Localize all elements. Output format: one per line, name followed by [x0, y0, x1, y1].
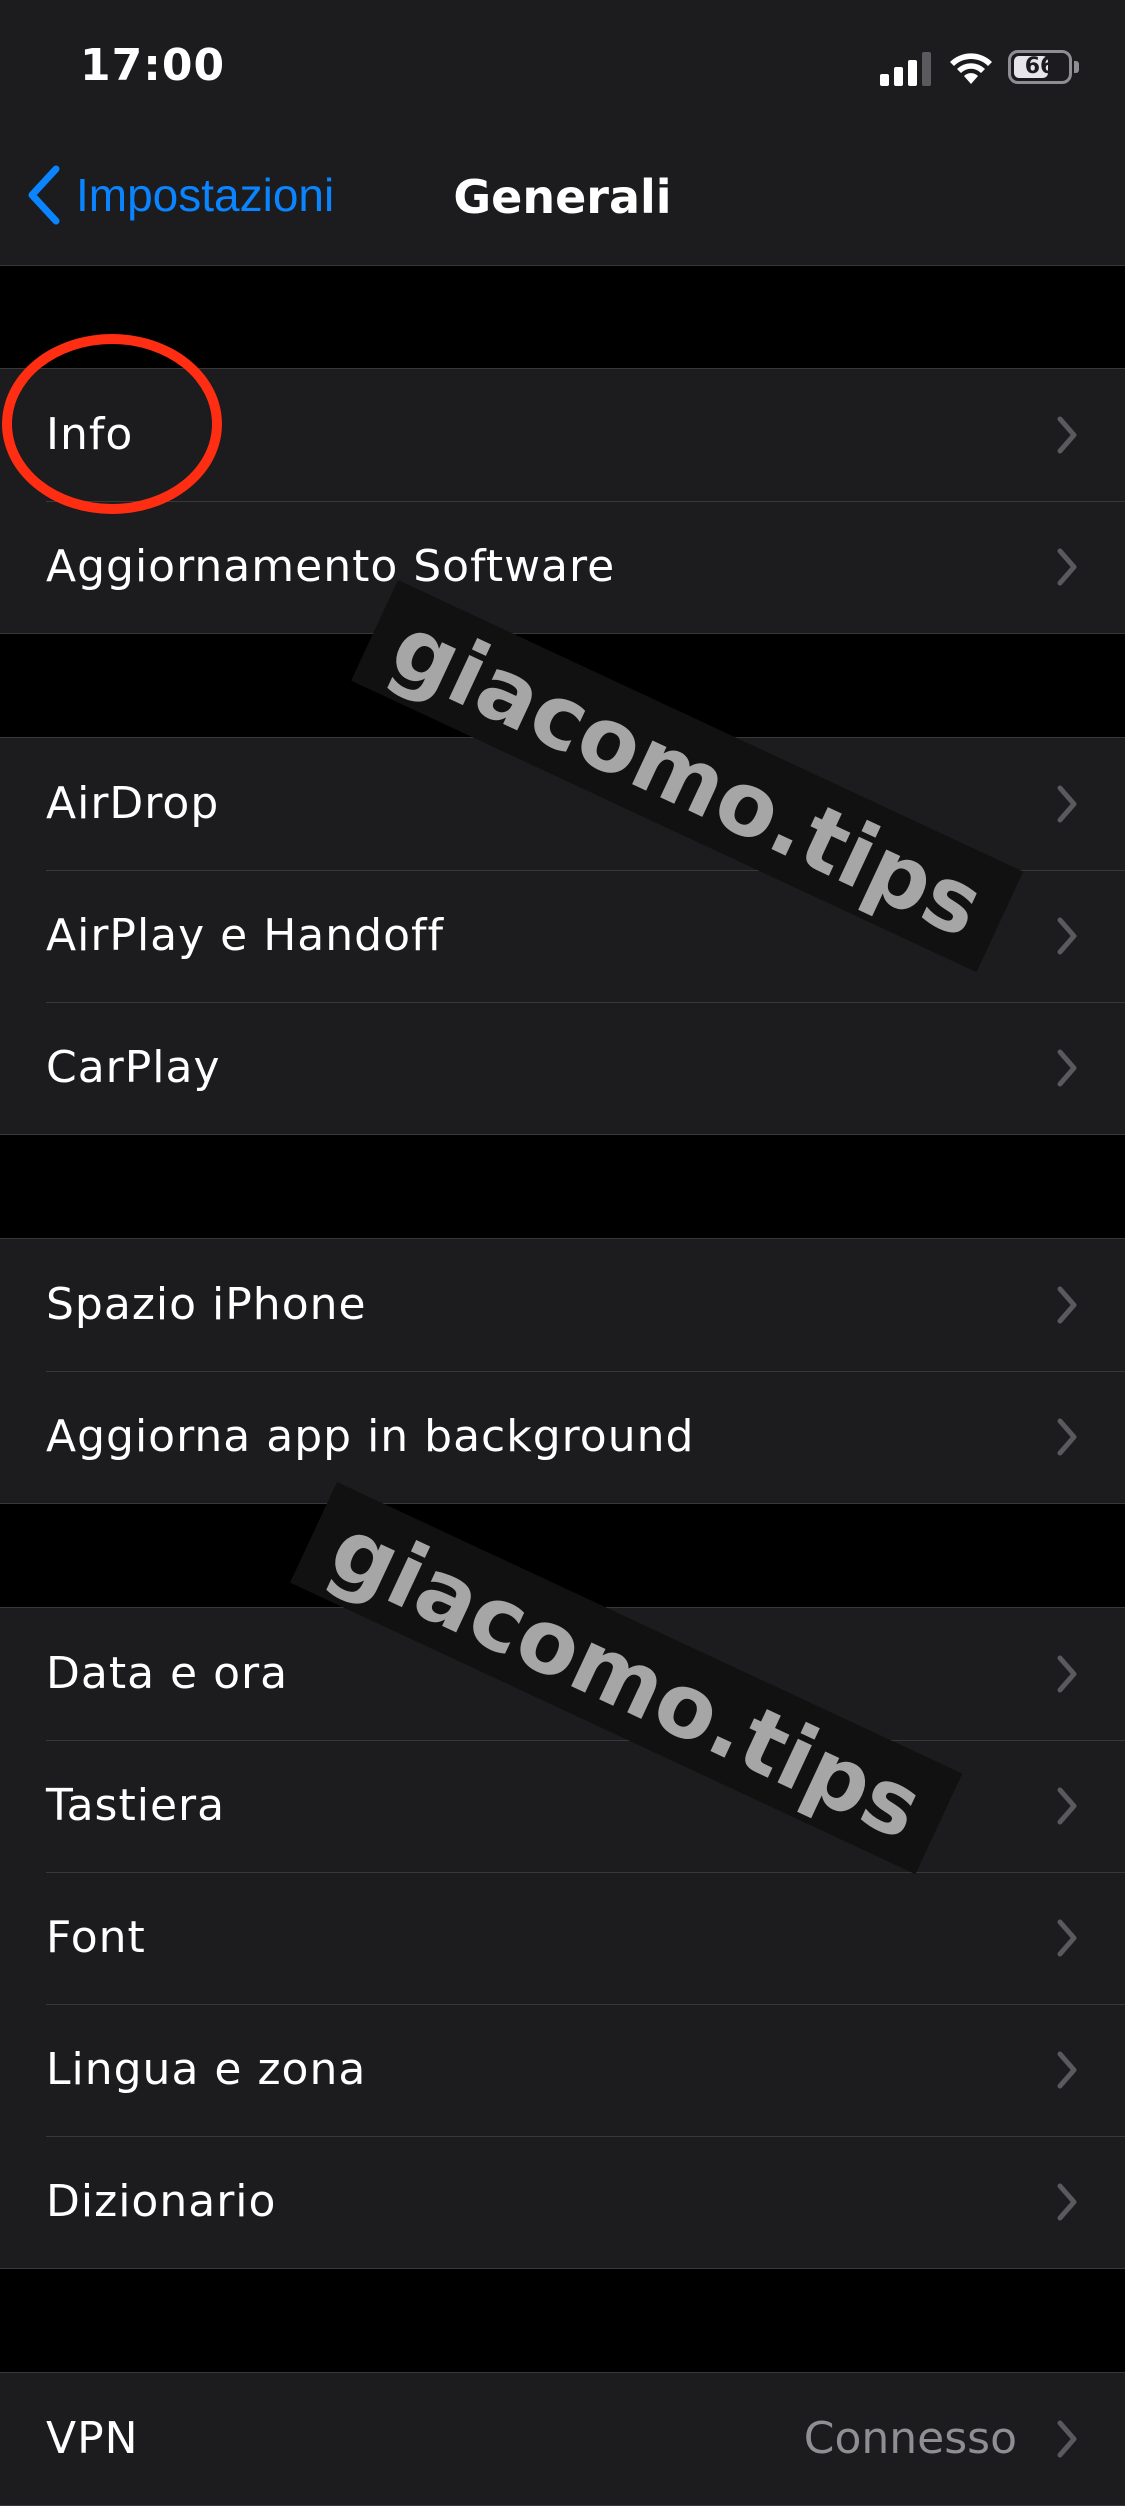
- back-button-label: Impostazioni: [76, 169, 335, 221]
- row-label: Font: [46, 1912, 146, 1963]
- settings-row-airdrop[interactable]: AirDrop: [0, 738, 1125, 870]
- chevron-right-icon: [1057, 1286, 1077, 1324]
- battery-cap: [1074, 61, 1079, 73]
- page-title: Generali: [453, 170, 672, 224]
- chevron-right-icon: [1057, 1049, 1077, 1087]
- chevron-right-icon: [1057, 917, 1077, 955]
- settings-row-background-refresh[interactable]: Aggiorna app in background: [0, 1371, 1125, 1503]
- row-label: Spazio iPhone: [46, 1279, 367, 1330]
- settings-group: Spazio iPhone Aggiorna app in background: [0, 1238, 1125, 1504]
- chevron-right-icon: [1057, 1418, 1077, 1456]
- signal-icon: [880, 52, 931, 86]
- settings-group: AirDrop AirPlay e Handoff CarPlay: [0, 737, 1125, 1135]
- chevron-right-icon: [1057, 2051, 1077, 2089]
- status-bar: 17:00 66: [0, 0, 1125, 134]
- row-label: AirDrop: [46, 778, 220, 829]
- settings-row-language-region[interactable]: Lingua e zona: [0, 2004, 1125, 2136]
- row-label: Aggiornamento Software: [46, 541, 616, 592]
- settings-row-date-time[interactable]: Data e ora: [0, 1608, 1125, 1740]
- settings-row-vpn[interactable]: VPN Connesso: [0, 2373, 1125, 2505]
- chevron-right-icon: [1057, 1919, 1077, 1957]
- row-label: CarPlay: [46, 1042, 221, 1093]
- settings-row-keyboard[interactable]: Tastiera: [0, 1740, 1125, 1872]
- row-label: Info: [46, 409, 134, 460]
- chevron-right-icon: [1057, 1655, 1077, 1693]
- row-label: AirPlay e Handoff: [46, 910, 444, 961]
- settings-row-info[interactable]: Info: [0, 369, 1125, 501]
- battery-level: 66: [1024, 54, 1056, 79]
- navigation-bar: Impostazioni Generali: [0, 134, 1125, 266]
- chevron-right-icon: [1057, 1787, 1077, 1825]
- chevron-right-icon: [1057, 2183, 1077, 2221]
- settings-row-iphone-storage[interactable]: Spazio iPhone: [0, 1239, 1125, 1371]
- wifi-icon: [950, 53, 992, 84]
- settings-row-carplay[interactable]: CarPlay: [0, 1002, 1125, 1134]
- settings-row-dictionary[interactable]: Dizionario: [0, 2136, 1125, 2268]
- row-label: Dizionario: [46, 2176, 277, 2227]
- back-button[interactable]: Impostazioni: [24, 162, 334, 228]
- vpn-status-value: Connesso: [803, 2413, 1017, 2464]
- row-label: Aggiorna app in background: [46, 1411, 695, 1462]
- battery-icon: 66: [1008, 50, 1082, 86]
- chevron-right-icon: [1057, 785, 1077, 823]
- chevron-right-icon: [1057, 416, 1077, 454]
- status-time: 17:00: [80, 40, 226, 91]
- chevron-left-icon: [28, 165, 60, 225]
- row-label: Tastiera: [46, 1780, 226, 1831]
- settings-group: Info Aggiornamento Software: [0, 368, 1125, 634]
- settings-row-software-update[interactable]: Aggiornamento Software: [0, 501, 1125, 633]
- chevron-right-icon: [1057, 2420, 1077, 2458]
- row-label: Lingua e zona: [46, 2044, 367, 2095]
- settings-row-airplay-handoff[interactable]: AirPlay e Handoff: [0, 870, 1125, 1002]
- settings-group: Data e ora Tastiera Font Lingua e zona D…: [0, 1607, 1125, 2269]
- settings-group: VPN Connesso: [0, 2372, 1125, 2506]
- settings-row-font[interactable]: Font: [0, 1872, 1125, 2004]
- chevron-right-icon: [1057, 548, 1077, 586]
- row-label: Data e ora: [46, 1648, 289, 1699]
- row-label: VPN: [46, 2413, 139, 2464]
